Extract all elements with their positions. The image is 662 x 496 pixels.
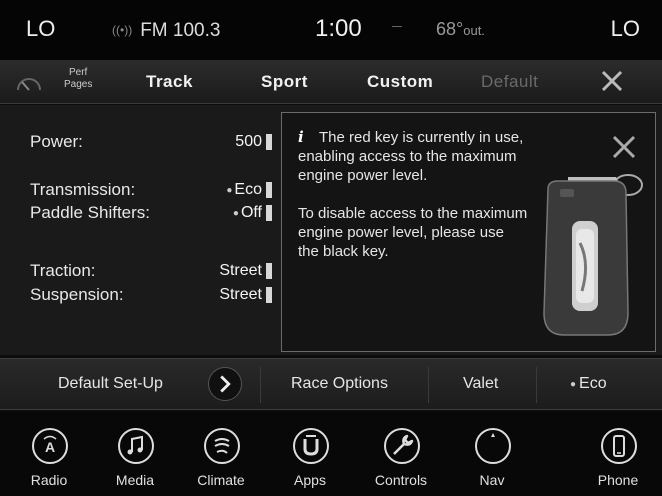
radio-station[interactable]: ((•)) FM 100.3	[112, 20, 220, 42]
popup-paragraph-2: To disable access to the maximum engine …	[298, 205, 528, 260]
nav-apps-label: Apps	[294, 472, 326, 488]
bottom-nav-bar: A Radio Media Climate Apps Controls Nav …	[0, 412, 662, 496]
divider	[260, 367, 261, 403]
paddle-shifters-value-text: Off	[240, 204, 262, 221]
divider	[392, 26, 402, 27]
driver-temp-setting[interactable]: LO	[26, 16, 55, 42]
eco-button[interactable]: ● Eco	[570, 375, 607, 393]
nav-nav[interactable]: Nav	[457, 412, 527, 496]
nav-media-label: Media	[115, 472, 155, 488]
nav-apps[interactable]: Apps	[275, 412, 345, 496]
divider	[428, 367, 429, 403]
transmission-value-text: Eco	[234, 181, 262, 198]
nav-controls[interactable]: Controls	[366, 412, 436, 496]
clock: 1:00	[315, 15, 362, 42]
paddle-shifters-label: Paddle Shifters:	[30, 203, 151, 222]
tab-sport[interactable]: Sport	[261, 72, 308, 92]
suspension-value[interactable]: Street	[186, 285, 272, 305]
antenna-icon: ((•))	[112, 23, 133, 37]
radio-station-label: FM 100.3	[140, 20, 221, 41]
mode-tab-bar: Perf Pages Track Sport Custom Default	[0, 60, 662, 104]
tab-default[interactable]: Default	[481, 72, 538, 92]
chevron-right-icon[interactable]	[208, 367, 242, 401]
red-key-info-popup: i The red key is currently in use, enabli…	[281, 112, 656, 352]
outside-temp-value: 68°	[436, 19, 464, 39]
nav-media[interactable]: Media	[100, 412, 170, 496]
race-options-button[interactable]: Race Options	[291, 375, 388, 393]
passenger-temp-setting[interactable]: LO	[611, 16, 640, 42]
nav-phone-label: Phone	[597, 472, 639, 488]
transmission-label: Transmission:	[30, 180, 136, 199]
tab-custom[interactable]: Custom	[367, 72, 433, 92]
nav-climate[interactable]: Climate	[186, 412, 256, 496]
default-setup-button[interactable]: Default Set-Up	[58, 375, 163, 393]
climate-icon	[204, 428, 240, 464]
svg-text:A: A	[45, 439, 55, 455]
function-row: Default Set-Up Race Options Valet ● Eco	[0, 358, 662, 410]
eco-leaf-icon: ●	[570, 379, 577, 390]
tab-track[interactable]: Track	[146, 72, 193, 92]
apps-icon	[293, 428, 329, 464]
outside-temp: 68°out.	[436, 19, 485, 40]
outside-temp-suffix: out.	[463, 23, 485, 38]
nav-radio[interactable]: A Radio	[14, 412, 84, 496]
perf-label-line1: Perf	[69, 67, 88, 78]
perf-label-line2: Pages	[64, 79, 93, 90]
traction-label: Traction:	[30, 261, 96, 280]
nav-climate-label: Climate	[197, 472, 245, 488]
valet-button[interactable]: Valet	[463, 375, 498, 393]
media-icon	[118, 428, 154, 464]
eco-leaf-icon: ●	[232, 208, 239, 219]
nav-nav-label: Nav	[479, 472, 505, 488]
status-bar: LO ((•)) FM 100.3 1:00 68°out. LO	[0, 0, 662, 60]
power-label: Power:	[30, 132, 83, 151]
popup-paragraph-1-text: The red key is currently in use, enablin…	[298, 129, 524, 184]
power-value[interactable]: 500	[196, 132, 272, 152]
nav-phone[interactable]: Phone	[583, 412, 653, 496]
close-icon[interactable]	[597, 66, 627, 96]
suspension-label: Suspension:	[30, 285, 124, 304]
phone-icon	[601, 428, 637, 464]
popup-paragraph-1: i The red key is currently in use, enabli…	[298, 128, 528, 185]
paddle-shifters-value[interactable]: ● Off	[186, 203, 272, 223]
popup-message: i The red key is currently in use, enabli…	[298, 128, 528, 280]
controls-icon	[384, 428, 420, 464]
eco-button-label: Eco	[579, 375, 607, 392]
eco-leaf-icon: ●	[226, 185, 233, 196]
transmission-value[interactable]: ● Eco	[186, 180, 272, 200]
gauge-icon	[17, 78, 41, 91]
compass-icon	[475, 428, 511, 464]
divider	[536, 367, 537, 403]
nav-controls-label: Controls	[374, 472, 428, 488]
perf-pages-label: Perf Pages	[64, 67, 92, 91]
popup-close-icon[interactable]	[608, 131, 640, 163]
perf-pages-button[interactable]: Perf Pages	[14, 66, 94, 98]
key-fob-icon	[543, 174, 643, 336]
info-icon: i	[298, 128, 304, 146]
nav-radio-label: Radio	[30, 472, 68, 488]
radio-icon: A	[32, 428, 68, 464]
traction-value[interactable]: Street	[186, 261, 272, 281]
